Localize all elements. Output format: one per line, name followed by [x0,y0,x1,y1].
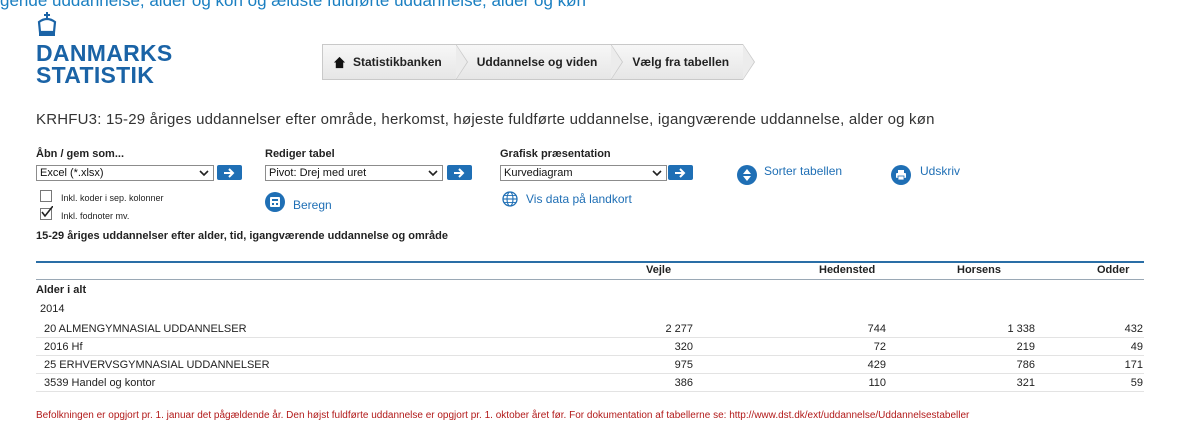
table-row-label: 25 ERHVERVSGYMNASIAL UDDANNELSER [44,359,270,371]
table-cell: 1 338 [1007,323,1035,335]
calculator-icon [265,192,285,212]
table-cell: 2 277 [665,323,693,335]
chevron-down-icon [199,170,209,177]
row-year-label: 2014 [40,303,65,315]
breadcrumb-label: Vælg fra tabellen [632,55,730,69]
previous-title-fragment: gende uddannelse, alder og kon og ældste… [0,0,586,10]
footnote: Befolkningen er opgjort pr. 1. januar de… [36,410,970,421]
table-cell: 432 [1124,323,1143,335]
column-header: Odder [1097,264,1130,276]
table-cell: 219 [1016,341,1035,353]
table-cell: 744 [867,323,886,335]
arrow-right-icon [453,167,464,178]
row-divider [36,373,1144,374]
table-cell: 171 [1124,359,1143,371]
sort-icon [737,165,757,185]
map-link[interactable]: Vis data på landkort [502,191,632,207]
crown-icon [37,12,57,36]
graphics-label: Grafisk præsentation [500,148,611,160]
chevron-down-icon [652,170,662,177]
edit-table-go-button[interactable] [447,165,472,180]
arrow-right-icon [223,167,234,178]
page-title: KRHFU3: 15-29 åriges uddannelser efter o… [36,111,935,128]
column-header: Hedensted [819,264,876,276]
select-value: Excel (*.xlsx) [40,167,104,179]
sort-table-button[interactable]: Sorter tabellen [737,164,843,185]
table-row-label: 20 ALMENGYMNASIAL UDDANNELSER [44,323,247,335]
globe-icon [502,191,518,207]
table-cell: 429 [867,359,886,371]
column-header: Vejle [646,264,672,276]
chevron-down-icon [428,170,438,177]
calculate-button[interactable]: Beregn [265,192,332,212]
breadcrumb-home[interactable]: Statistikbanken [322,44,468,80]
table-row-label: 3539 Handel og kontor [44,377,156,389]
home-icon [333,56,346,68]
table-row-label: 2016 Hf [44,341,83,353]
table-cell: 72 [873,341,886,353]
breadcrumb-uddannelse[interactable]: Uddannelse og viden [455,44,624,80]
checkmark-icon [41,206,53,218]
graphics-go-button[interactable] [668,165,693,180]
open-save-label: Åbn / gem som... [36,148,125,160]
calculate-label: Beregn [293,198,332,212]
logo-line-2: STATISTIK [36,62,155,88]
sort-table-label: Sorter tabellen [764,164,843,178]
open-save-select[interactable]: Excel (*.xlsx) [36,165,214,181]
row-divider [36,337,1144,338]
column-header: Horsens [957,264,1002,276]
breadcrumb-label: Statistikbanken [353,55,442,69]
table-header-border [36,261,1144,263]
include-codes-label: Inkl. koder i sep. kolonner [61,193,164,203]
edit-table-label: Rediger tabel [265,148,335,160]
printer-icon [891,165,911,185]
table-caption: 15-29 åriges uddannelser efter alder, ti… [36,230,449,242]
table-cell: 786 [1016,359,1035,371]
row-group-label: Alder i alt [36,284,87,296]
table-cell: 49 [1130,341,1143,353]
include-footnotes-label: Inkl. fodnoter mv. [61,211,130,221]
row-divider [36,391,1144,392]
select-value: Pivot: Drej med uret [269,167,367,179]
table-cell: 386 [674,377,693,389]
open-save-go-button[interactable] [217,165,242,180]
breadcrumb: Statistikbanken Uddannelse og viden Vælg… [322,44,755,80]
map-link-label: Vis data på landkort [526,192,632,206]
print-button[interactable]: Udskriv [891,164,961,185]
table-cell: 59 [1130,377,1143,389]
table-cell: 975 [674,359,693,371]
table-header-underline [36,279,1144,280]
row-divider [36,355,1144,356]
select-value: Kurvediagram [504,167,573,179]
breadcrumb-vaelg[interactable]: Vælg fra tabellen [611,44,755,80]
arrow-right-icon [674,167,685,178]
breadcrumb-label: Uddannelse og viden [476,55,598,69]
table-cell: 110 [868,377,886,389]
graphics-select[interactable]: Kurvediagram [500,165,667,181]
edit-table-select[interactable]: Pivot: Drej med uret [265,165,443,181]
table-cell: 321 [1016,377,1035,389]
include-footnotes-checkbox[interactable] [40,206,53,220]
include-codes-checkbox[interactable] [40,190,52,202]
print-label: Udskriv [920,164,961,178]
table-cell: 320 [674,341,693,353]
